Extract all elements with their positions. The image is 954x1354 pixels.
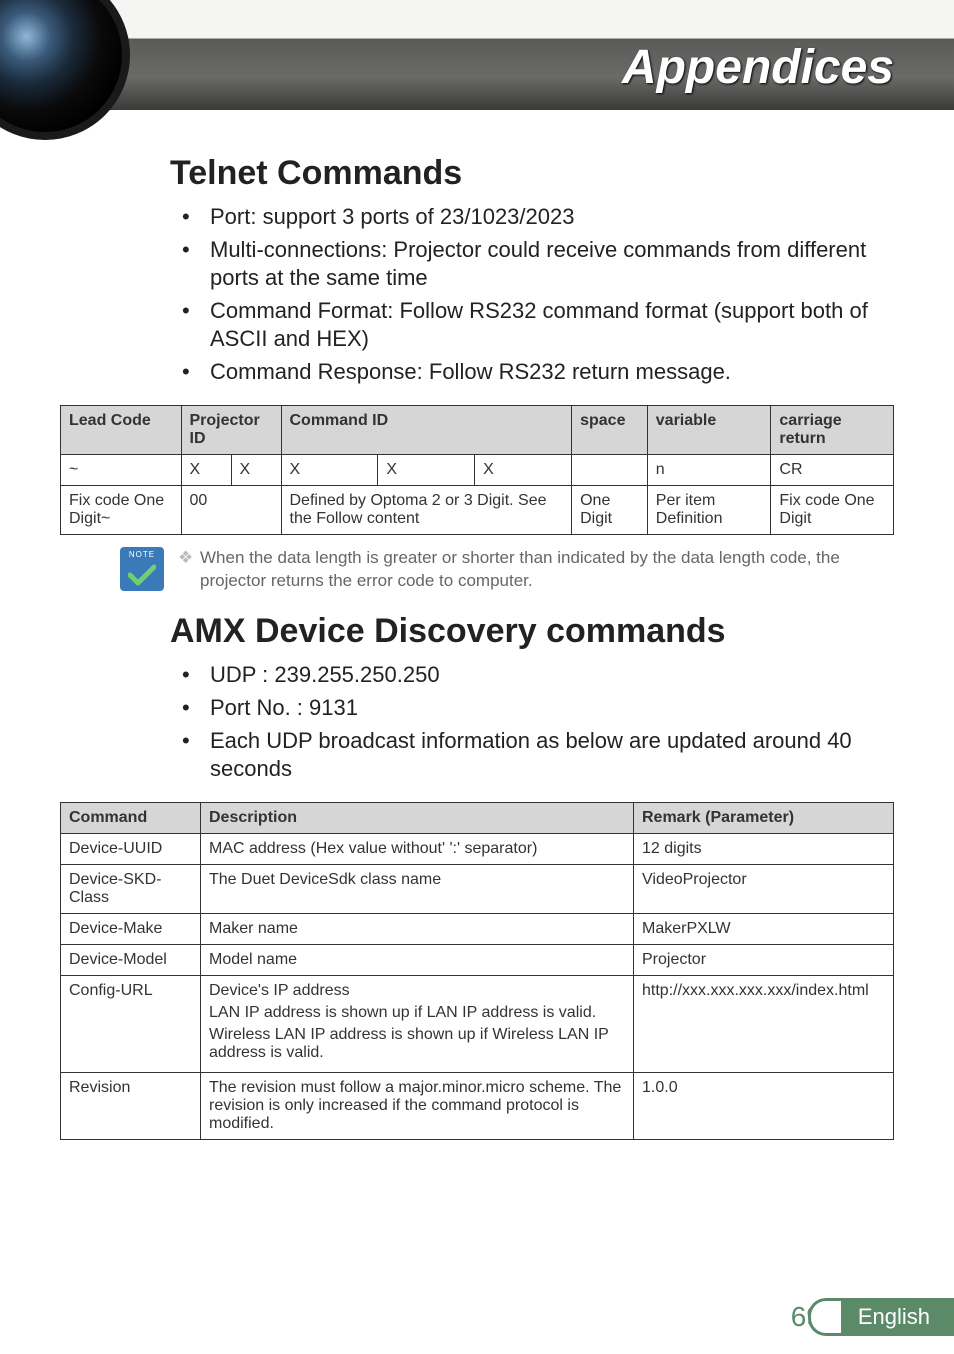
cell: X [475, 454, 572, 485]
list-item: Port No. : 9131 [170, 694, 894, 723]
cell: Defined by Optoma 2 or 3 Digit. See the … [281, 485, 572, 534]
telnet-table: Lead Code Projector ID Command ID space … [60, 405, 894, 535]
telnet-bullets: Port: support 3 ports of 23/1023/2023 Mu… [170, 203, 894, 387]
list-item: Port: support 3 ports of 23/1023/2023 [170, 203, 894, 232]
cell: X [231, 454, 281, 485]
cell-cmd: Device-Model [61, 944, 201, 975]
table-header-row: Lead Code Projector ID Command ID space … [61, 405, 894, 454]
th-description: Description [201, 802, 634, 833]
amx-table: Command Description Remark (Parameter) D… [60, 802, 894, 1140]
cell-remark: Projector [634, 944, 894, 975]
cell-cmd: Device-Make [61, 913, 201, 944]
cell-cmd: Device-UUID [61, 833, 201, 864]
note-text: When the data length is greater or short… [178, 547, 894, 593]
cell-desc: Maker name [201, 913, 634, 944]
th-cr: carriage return [771, 405, 894, 454]
note-icon-label: NOTE [120, 550, 164, 559]
cell: One Digit [572, 485, 648, 534]
amx-heading: AMX Device Discovery commands [170, 612, 894, 651]
th-variable: variable [647, 405, 771, 454]
cell-desc: MAC address (Hex value without' ':' sepa… [201, 833, 634, 864]
note-block: NOTE When the data length is greater or … [120, 547, 894, 593]
amx-bullets: UDP : 239.255.250.250 Port No. : 9131 Ea… [170, 661, 894, 783]
list-item: UDP : 239.255.250.250 [170, 661, 894, 690]
cell: 00 [181, 485, 281, 534]
cell: Per item Definition [647, 485, 771, 534]
page-header: Appendices [0, 0, 954, 110]
cell-cmd: Revision [61, 1072, 201, 1139]
cell: n [647, 454, 771, 485]
table-header-row: Command Description Remark (Parameter) [61, 802, 894, 833]
th-lead-code: Lead Code [61, 405, 182, 454]
desc-line: Device's IP address [209, 982, 625, 1000]
cell-cmd: Device-SKD-Class [61, 864, 201, 913]
cell-remark: MakerPXLW [634, 913, 894, 944]
cell [572, 454, 648, 485]
table-row: Fix code One Digit~ 00 Defined by Optoma… [61, 485, 894, 534]
cell-remark: 12 digits [634, 833, 894, 864]
cell-desc: The Duet DeviceSdk class name [201, 864, 634, 913]
cell: X [378, 454, 475, 485]
table-row: Revision The revision must follow a majo… [61, 1072, 894, 1139]
th-command: Command [61, 802, 201, 833]
table-row: Config-URL Device's IP address LAN IP ad… [61, 975, 894, 1072]
list-item: Command Format: Follow RS232 command for… [170, 297, 894, 354]
cell-desc: Model name [201, 944, 634, 975]
cell: Fix code One Digit [771, 485, 894, 534]
desc-line: LAN IP address is shown up if LAN IP add… [209, 1004, 625, 1022]
table-row: Device-Make Maker name MakerPXLW [61, 913, 894, 944]
cell: X [281, 454, 378, 485]
th-remark: Remark (Parameter) [634, 802, 894, 833]
cell: X [181, 454, 231, 485]
note-icon: NOTE [120, 547, 164, 591]
page-footer: 69 English [791, 1298, 954, 1336]
cell-desc: The revision must follow a major.minor.m… [201, 1072, 634, 1139]
cell: ~ [61, 454, 182, 485]
cell-remark: VideoProjector [634, 864, 894, 913]
cell-remark: 1.0.0 [634, 1072, 894, 1139]
header-title: Appendices [622, 40, 894, 95]
th-projector-id: Projector ID [181, 405, 281, 454]
page-body: Telnet Commands Port: support 3 ports of… [0, 110, 954, 1140]
cell-cmd: Config-URL [61, 975, 201, 1072]
cell-remark: http://xxx.xxx.xxx.xxx/index.html [634, 975, 894, 1072]
table-row: Device-UUID MAC address (Hex value witho… [61, 833, 894, 864]
th-space: space [572, 405, 648, 454]
th-command-id: Command ID [281, 405, 572, 454]
table-row: Device-Model Model name Projector [61, 944, 894, 975]
table-row: Device-SKD-Class The Duet DeviceSdk clas… [61, 864, 894, 913]
desc-line: Wireless LAN IP address is shown up if W… [209, 1026, 625, 1062]
table-row: ~ X X X X X n CR [61, 454, 894, 485]
list-item: Each UDP broadcast information as below … [170, 727, 894, 784]
language-tab: English [828, 1298, 954, 1336]
list-item: Command Response: Follow RS232 return me… [170, 358, 894, 387]
list-item: Multi-connections: Projector could recei… [170, 236, 894, 293]
cell-desc: Device's IP address LAN IP address is sh… [201, 975, 634, 1072]
telnet-heading: Telnet Commands [170, 154, 894, 193]
cell: Fix code One Digit~ [61, 485, 182, 534]
cell: CR [771, 454, 894, 485]
